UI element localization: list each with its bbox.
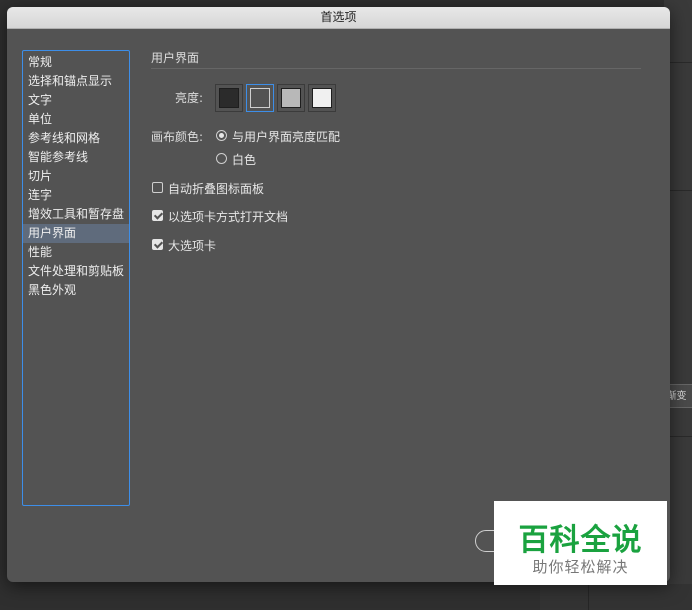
sidebar-item-guides-grid[interactable]: 参考线和网格 (23, 129, 129, 148)
section-title: 用户界面 (151, 51, 200, 65)
canvas-white-label[interactable]: 白色 (232, 151, 256, 168)
sidebar-item-appearance-of-black[interactable]: 黑色外观 (23, 281, 129, 300)
preferences-sidebar: 常规 选择和锚点显示 文字 单位 参考线和网格 智能参考线 切片 连字 增效工具… (22, 50, 130, 506)
sidebar-item-smart-guides[interactable]: 智能参考线 (23, 148, 129, 167)
canvas-color-row: 画布颜色: 与用户界面亮度匹配 白色 (151, 128, 551, 167)
background-bottom-row (540, 584, 692, 610)
sidebar-item-plugins-scratch-disks[interactable]: 增效工具和暂存盘 (23, 205, 129, 224)
canvas-match-ui-radio[interactable] (216, 130, 227, 141)
brightness-swatch-medium-light[interactable] (277, 84, 305, 112)
sidebar-item-performance[interactable]: 性能 (23, 243, 129, 262)
open-documents-as-tabs-label[interactable]: 以选项卡方式打开文档 (168, 208, 288, 225)
canvas-white-radio[interactable] (216, 153, 227, 164)
background-divider (588, 584, 589, 610)
sidebar-item-file-handling-clipboard[interactable]: 文件处理和剪贴板 (23, 262, 129, 281)
sidebar-item-slices[interactable]: 切片 (23, 167, 129, 186)
watermark-title: 百科全说 (518, 523, 643, 558)
dialog-titlebar: 首选项 (7, 7, 670, 29)
watermark: 百科全说 助你轻松解决 (494, 501, 667, 585)
radio-selected-dot (219, 133, 224, 138)
auto-collapse-icon-panels-label[interactable]: 自动折叠图标面板 (168, 180, 264, 197)
brightness-swatch-darkest[interactable] (215, 84, 243, 112)
sidebar-item-units[interactable]: 单位 (23, 110, 129, 129)
swatch-fill (250, 88, 270, 108)
watermark-subtitle: 助你轻松解决 (532, 558, 629, 576)
swatch-fill (312, 88, 332, 108)
large-tabs-label[interactable]: 大选项卡 (168, 237, 216, 254)
sidebar-item-general[interactable]: 常规 (23, 53, 129, 72)
preferences-dialog: 首选项 常规 选择和锚点显示 文字 单位 参考线和网格 智能参考线 切片 连字 … (7, 7, 670, 582)
sidebar-item-user-interface[interactable]: 用户界面 (23, 224, 129, 243)
dialog-title: 首选项 (320, 10, 357, 24)
swatch-fill (281, 88, 301, 108)
sidebar-item-hyphenation[interactable]: 连字 (23, 186, 129, 205)
brightness-swatch-lightest[interactable] (308, 84, 336, 112)
preferences-content: 用户界面 亮度: 画布颜色: 与用户界面亮度匹配 白色 自动折叠图标面板 以选项… (151, 50, 641, 253)
section-divider (151, 68, 641, 69)
large-tabs-checkbox[interactable] (152, 239, 163, 250)
open-documents-as-tabs-checkbox[interactable] (152, 210, 163, 221)
brightness-label: 亮度: (175, 91, 204, 105)
swatch-fill (219, 88, 239, 108)
sidebar-item-type[interactable]: 文字 (23, 91, 129, 110)
canvas-color-label: 画布颜色: (151, 130, 204, 144)
brightness-swatch-medium-dark[interactable] (246, 84, 274, 112)
sidebar-item-selection-anchor-display[interactable]: 选择和锚点显示 (23, 72, 129, 91)
brightness-row: 亮度: (151, 84, 551, 112)
canvas-match-ui-label[interactable]: 与用户界面亮度匹配 (232, 128, 340, 145)
auto-collapse-icon-panels-checkbox[interactable] (152, 182, 163, 193)
